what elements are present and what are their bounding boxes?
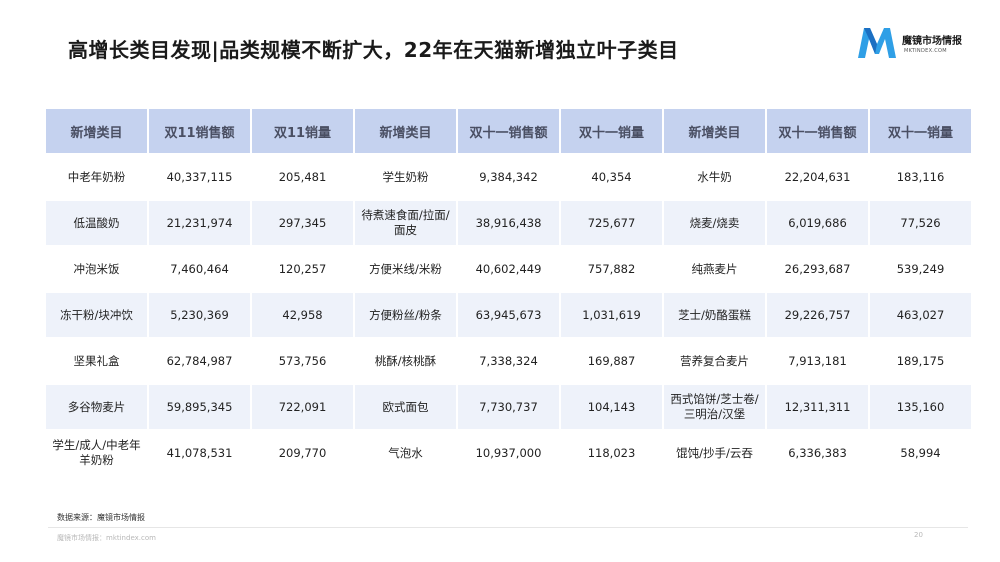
- table-cell: 纯燕麦片: [664, 247, 765, 291]
- page-title: 高增长类目发现|品类规模不断扩大，22年在天猫新增独立叶子类目: [68, 38, 679, 62]
- table-cell: 22,204,631: [767, 155, 868, 199]
- table-cell: 38,916,438: [458, 201, 559, 245]
- table-cell: 40,354: [561, 155, 662, 199]
- table-cell: 725,677: [561, 201, 662, 245]
- table-cell: 待煮速食面/拉面/面皮: [355, 201, 456, 245]
- table-cell: 63,945,673: [458, 293, 559, 337]
- table-cell: 29,226,757: [767, 293, 868, 337]
- table-cell: 馄饨/抄手/云吞: [664, 431, 765, 475]
- header-cell: 新增类目: [664, 109, 765, 153]
- table-cell: 气泡水: [355, 431, 456, 475]
- table-cell: 7,338,324: [458, 339, 559, 383]
- table-cell: 118,023: [561, 431, 662, 475]
- table-cell: 189,175: [870, 339, 971, 383]
- table-cell: 58,994: [870, 431, 971, 475]
- table-cell: 7,460,464: [149, 247, 250, 291]
- table-cell: 7,730,737: [458, 385, 559, 429]
- table-cell: 40,602,449: [458, 247, 559, 291]
- table-header-row: 新增类目 双11销售额 双11销量 新增类目 双十一销售额 双十一销量 新增类目…: [46, 109, 971, 153]
- table-cell: 209,770: [252, 431, 353, 475]
- table-cell: 120,257: [252, 247, 353, 291]
- header-cell: 新增类目: [355, 109, 456, 153]
- table-cell: 722,091: [252, 385, 353, 429]
- table-cell: 芝士/奶酪蛋糕: [664, 293, 765, 337]
- table-cell: 冻干粉/块冲饮: [46, 293, 147, 337]
- table-cell: 低温酸奶: [46, 201, 147, 245]
- table-cell: 463,027: [870, 293, 971, 337]
- table-row: 坚果礼盒 62,784,987 573,756 桃酥/核桃酥 7,338,324…: [46, 339, 971, 383]
- header-cell: 新增类目: [46, 109, 147, 153]
- table-cell: 多谷物麦片: [46, 385, 147, 429]
- header-cell: 双11销量: [252, 109, 353, 153]
- table-cell: 104,143: [561, 385, 662, 429]
- table-cell: 7,913,181: [767, 339, 868, 383]
- table-row: 学生/成人/中老年羊奶粉 41,078,531 209,770 气泡水 10,9…: [46, 431, 971, 475]
- logo-m-icon: [858, 28, 896, 58]
- table-cell: 1,031,619: [561, 293, 662, 337]
- table-cell: 6,336,383: [767, 431, 868, 475]
- table-cell: 59,895,345: [149, 385, 250, 429]
- table-cell: 冲泡米饭: [46, 247, 147, 291]
- table-row: 低温酸奶 21,231,974 297,345 待煮速食面/拉面/面皮 38,9…: [46, 201, 971, 245]
- table-cell: 77,526: [870, 201, 971, 245]
- table-cell: 方便米线/米粉: [355, 247, 456, 291]
- header-cell: 双十一销量: [870, 109, 971, 153]
- table-cell: 297,345: [252, 201, 353, 245]
- table-row: 多谷物麦片 59,895,345 722,091 欧式面包 7,730,737 …: [46, 385, 971, 429]
- table-cell: 9,384,342: [458, 155, 559, 199]
- header-cell: 双十一销量: [561, 109, 662, 153]
- table-cell: 学生奶粉: [355, 155, 456, 199]
- table-cell: 营养复合麦片: [664, 339, 765, 383]
- logo-brand-text: 魔镜市场情报: [902, 36, 962, 47]
- table-cell: 学生/成人/中老年羊奶粉: [46, 431, 147, 475]
- footer-divider: [48, 527, 968, 528]
- table-cell: 方便粉丝/粉条: [355, 293, 456, 337]
- table-cell: 6,019,686: [767, 201, 868, 245]
- table-cell: 水牛奶: [664, 155, 765, 199]
- table-cell: 573,756: [252, 339, 353, 383]
- table-cell: 183,116: [870, 155, 971, 199]
- logo-domain-text: MKTINDEX.COM: [904, 48, 947, 54]
- table-cell: 41,078,531: [149, 431, 250, 475]
- table-cell: 西式馅饼/芝士卷/三明治/汉堡: [664, 385, 765, 429]
- table-cell: 26,293,687: [767, 247, 868, 291]
- header-cell: 双十一销售额: [767, 109, 868, 153]
- table-cell: 205,481: [252, 155, 353, 199]
- table-cell: 757,882: [561, 247, 662, 291]
- table-cell: 21,231,974: [149, 201, 250, 245]
- brand-logo: 魔镜市场情报 MKTINDEX.COM: [856, 24, 976, 64]
- table-cell: 10,937,000: [458, 431, 559, 475]
- table-cell: 135,160: [870, 385, 971, 429]
- table-row: 冲泡米饭 7,460,464 120,257 方便米线/米粉 40,602,44…: [46, 247, 971, 291]
- table-cell: 5,230,369: [149, 293, 250, 337]
- table-cell: 坚果礼盒: [46, 339, 147, 383]
- table-cell: 539,249: [870, 247, 971, 291]
- footer-website: 魔镜市场情报：mktindex.com: [57, 534, 156, 542]
- page-number: 20: [914, 531, 923, 539]
- table-row: 中老年奶粉 40,337,115 205,481 学生奶粉 9,384,342 …: [46, 155, 971, 199]
- table-cell: 42,958: [252, 293, 353, 337]
- header-cell: 双11销售额: [149, 109, 250, 153]
- data-source-note: 数据来源：魔镜市场情报: [57, 513, 145, 522]
- table-row: 冻干粉/块冲饮 5,230,369 42,958 方便粉丝/粉条 63,945,…: [46, 293, 971, 337]
- header-cell: 双十一销售额: [458, 109, 559, 153]
- table-cell: 中老年奶粉: [46, 155, 147, 199]
- table-cell: 62,784,987: [149, 339, 250, 383]
- table-cell: 40,337,115: [149, 155, 250, 199]
- table-cell: 桃酥/核桃酥: [355, 339, 456, 383]
- table-cell: 12,311,311: [767, 385, 868, 429]
- table-cell: 烧麦/烧卖: [664, 201, 765, 245]
- new-category-table: 新增类目 双11销售额 双11销量 新增类目 双十一销售额 双十一销量 新增类目…: [44, 107, 973, 477]
- table-cell: 169,887: [561, 339, 662, 383]
- table-cell: 欧式面包: [355, 385, 456, 429]
